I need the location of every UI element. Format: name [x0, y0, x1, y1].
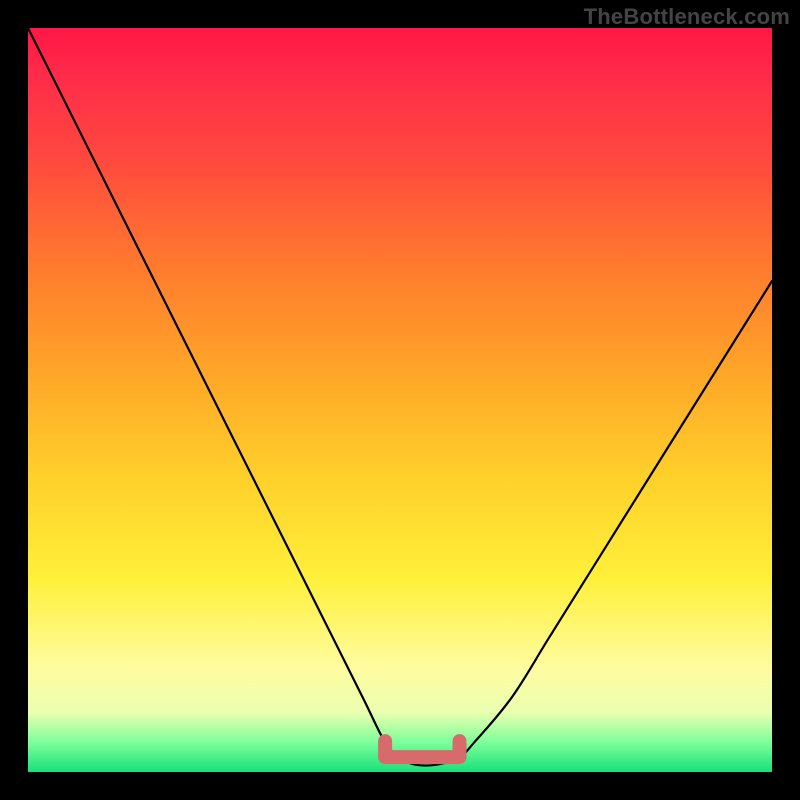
- plot-area: [28, 28, 772, 772]
- chart-frame: TheBottleneck.com: [0, 0, 800, 800]
- plot-svg: [28, 28, 772, 772]
- bottleneck-curve: [28, 28, 772, 766]
- watermark-text: TheBottleneck.com: [584, 4, 790, 30]
- optimal-region-marker: [385, 741, 459, 757]
